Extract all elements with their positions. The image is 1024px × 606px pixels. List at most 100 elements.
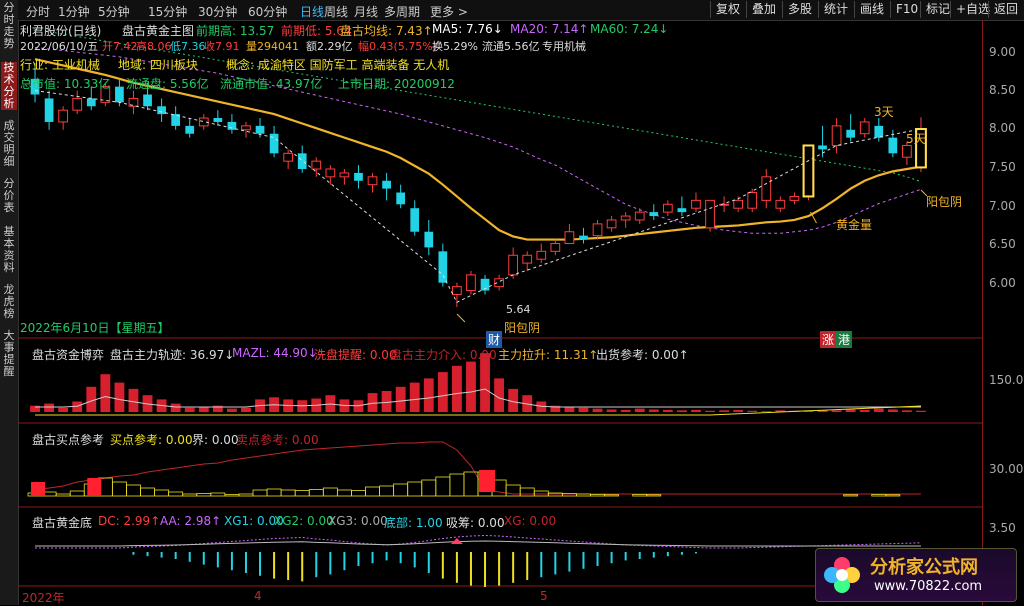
- capital-bar: [198, 406, 209, 412]
- capital-bar: [241, 407, 251, 412]
- candle-body: [452, 286, 462, 295]
- capital-bar: [761, 411, 772, 412]
- period-tab[interactable]: 15分钟: [148, 3, 187, 20]
- tag-zhang: 涨: [820, 331, 837, 348]
- candle-body: [143, 94, 152, 107]
- candle-body: [606, 219, 617, 229]
- buy-step: [407, 481, 423, 497]
- chart-area[interactable]: 利君股份(日线) 盘古黄金主图 前期高: 13.57 前期低: 5.64 盘古均…: [18, 20, 982, 605]
- candle-body: [396, 192, 406, 205]
- panel3-v1: 买点参考: 0.00: [110, 433, 193, 447]
- buy-marker: [87, 478, 102, 496]
- candle-body: [339, 172, 350, 178]
- stock-title: 利君股份(日线): [20, 24, 102, 38]
- avg-label: 盘古均线: 7.43↑: [340, 24, 433, 38]
- panel4-title: 盘古黄金底: [32, 516, 93, 530]
- capital-bar: [747, 410, 758, 412]
- buy-step: [126, 484, 141, 497]
- capital-bar: [367, 393, 378, 412]
- capital-bar: [845, 409, 856, 412]
- buy-step: [69, 490, 85, 497]
- buy-step: [308, 489, 324, 497]
- toolbar-button[interactable]: 多股: [782, 1, 817, 18]
- candle-body: [410, 208, 420, 232]
- annotation-date: 2022年6月10日【星期五】: [20, 321, 170, 335]
- capital-bar: [114, 382, 125, 412]
- period-tab[interactable]: 5分钟: [98, 3, 130, 20]
- period-tab[interactable]: 日线: [300, 3, 324, 20]
- toolbar-button[interactable]: 叠加: [746, 1, 781, 18]
- sidebar-tab[interactable]: 基本资料: [1, 226, 17, 274]
- candle-body: [846, 129, 856, 138]
- capital-bar: [705, 410, 715, 412]
- panel2-v5: 主力拉升: 11.31↑: [498, 348, 599, 362]
- period-tab[interactable]: 更多 >: [430, 3, 468, 20]
- info-region: 地域: 四川板块: [118, 58, 198, 72]
- buy-step: [885, 494, 901, 497]
- watermark-logo: 分析家公式网 www.70822.com: [815, 548, 1017, 602]
- period-tab[interactable]: 多周期: [384, 3, 420, 20]
- candle-body: [818, 145, 827, 150]
- candle-body: [185, 125, 195, 134]
- panel2-v4: 盘古主力介入: 0.00: [390, 348, 497, 362]
- quote-high: 高8.06: [136, 40, 172, 53]
- yaxis-label: 6.00: [989, 276, 1016, 290]
- panel3-title: 盘古买点参考: [32, 433, 105, 447]
- toolbar-button[interactable]: 画线: [854, 1, 889, 18]
- swing-line: [34, 90, 922, 303]
- capital-bar: [184, 407, 195, 412]
- candle-body: [58, 109, 69, 123]
- buy-step: [322, 487, 338, 497]
- capital-bar: [226, 408, 237, 412]
- toolbar-button[interactable]: 返回: [988, 1, 1023, 18]
- annotation-3day: 3天: [874, 105, 894, 119]
- panel2-v3: 洗盘提醒: 0.00: [314, 348, 397, 362]
- candle-body: [662, 203, 673, 213]
- panel4-v1: DC: 2.99↑: [98, 514, 161, 528]
- info-industry: 行业: 工业机械: [20, 58, 100, 72]
- toolbar-button[interactable]: F10: [890, 1, 923, 18]
- candle-body: [789, 195, 800, 201]
- period-tab[interactable]: 周线: [324, 3, 348, 20]
- capital-bar: [916, 410, 926, 412]
- capital-bar: [170, 403, 181, 412]
- panel2-axis-label: 150.0: [989, 373, 1024, 387]
- period-tab[interactable]: 30分钟: [198, 3, 237, 20]
- buy-step: [449, 473, 465, 497]
- toolbar-button[interactable]: 统计: [818, 1, 853, 18]
- sidebar-tab[interactable]: 成交明细: [1, 120, 17, 168]
- xaxis-label-april: 4: [254, 589, 262, 603]
- panel2-v1: 盘古主力轨迹: 36.97↓: [110, 348, 235, 362]
- toolbar-button[interactable]: 复权: [710, 1, 745, 18]
- buy-step: [646, 494, 662, 497]
- candle-body: [354, 172, 363, 181]
- capital-bar: [676, 410, 687, 412]
- period-tab[interactable]: 分时: [26, 3, 50, 20]
- period-tab[interactable]: 月线: [354, 3, 378, 20]
- candle-body: [213, 118, 223, 122]
- period-tab[interactable]: 60分钟: [248, 3, 287, 20]
- candle-body: [297, 153, 307, 169]
- buy-step: [393, 483, 409, 497]
- buy-step: [168, 491, 184, 497]
- sidebar-tab[interactable]: 分时走势: [1, 2, 17, 50]
- panel4-v6: 底部: 1.00: [384, 516, 443, 530]
- panel3-v2: 界: 0.00: [192, 433, 239, 447]
- period-tab[interactable]: 1分钟: [58, 3, 90, 20]
- capital-bar: [620, 409, 631, 412]
- sidebar-tab[interactable]: 大事提醒: [1, 330, 17, 378]
- left-sidebar: 分时走势技术分析成交明细分价表基本资料龙虎榜大事提醒: [0, 0, 19, 605]
- sidebar-tab[interactable]: 分价表: [1, 178, 17, 214]
- candle-body: [888, 137, 898, 154]
- info-float-shares: 流通盘: 5.56亿: [126, 77, 209, 91]
- sidebar-tab[interactable]: 技术分析: [1, 62, 17, 110]
- candle-body: [775, 199, 786, 209]
- panel4-v5: XG3: 0.00: [328, 514, 388, 528]
- panel4-v4: XG2: 0.00: [274, 514, 334, 528]
- candle-body: [44, 98, 54, 122]
- candle-body: [438, 251, 448, 283]
- capital-bar: [831, 410, 842, 412]
- buy-step: [140, 487, 155, 497]
- sidebar-tab[interactable]: 龙虎榜: [1, 284, 17, 320]
- xaxis-label-may: 5: [540, 589, 548, 603]
